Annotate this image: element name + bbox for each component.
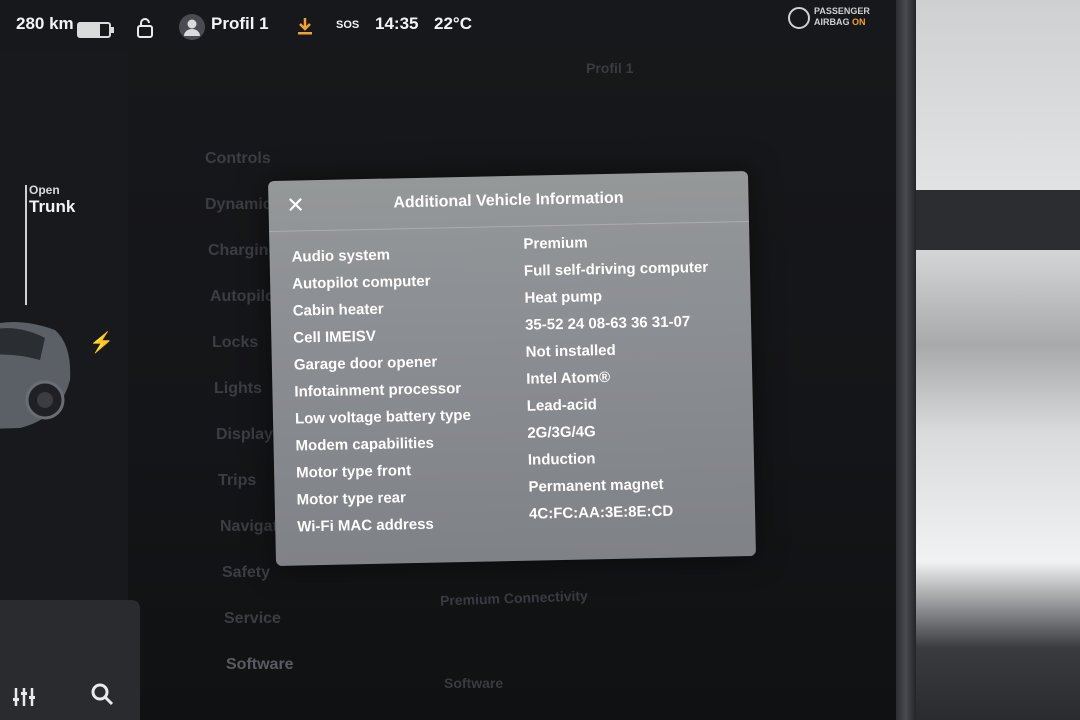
menu-item-lights[interactable]: Lights	[214, 380, 262, 398]
search-icon[interactable]	[90, 682, 114, 711]
menu-item-service[interactable]: Service	[224, 610, 281, 628]
menu-item-charging[interactable]: Charging	[208, 242, 278, 260]
clock: 14:35	[375, 14, 419, 33]
range-readout: 280 km	[16, 14, 74, 33]
profile-name[interactable]: Profil 1	[211, 14, 269, 34]
menu-item-locks[interactable]: Locks	[212, 334, 258, 352]
vehicle-info-list: Audio system Premium Autopilot computer Fu…	[291, 234, 737, 545]
menu-item-trips[interactable]: Trips	[218, 472, 256, 490]
background-profile-label: Profil 1	[586, 60, 634, 76]
airbag-state: ON	[852, 17, 866, 27]
screen-bezel	[896, 0, 916, 720]
menu-item-display[interactable]: Display	[216, 426, 273, 444]
menu-item-safety[interactable]: Safety	[222, 564, 270, 582]
menu-item-controls[interactable]: Controls	[205, 150, 271, 168]
car-image	[0, 322, 71, 429]
lock-icon[interactable]	[136, 18, 154, 43]
car-interior	[916, 0, 1080, 720]
software-section-label: Software	[444, 675, 504, 691]
trunk-label[interactable]: Trunk	[29, 197, 75, 217]
dialog-header: ✕ Additional Vehicle Information	[268, 171, 749, 233]
menu-item-software[interactable]: Software	[226, 656, 294, 674]
airbag-icon	[788, 7, 810, 29]
premium-connectivity-label: Premium Connectivity	[439, 587, 589, 609]
touchscreen: 280 km Profil 1 SOS 14:35 22°C PASSENGER…	[0, 0, 905, 720]
download-icon[interactable]	[296, 16, 314, 41]
profile-avatar-icon[interactable]	[179, 14, 205, 40]
additional-vehicle-info-dialog: ✕ Additional Vehicle Information Audio s…	[268, 171, 756, 566]
controls-sliders-icon[interactable]	[12, 686, 36, 713]
battery-icon	[77, 22, 114, 38]
trunk-pointer-line	[25, 185, 27, 305]
sos-icon[interactable]: SOS	[336, 19, 359, 31]
open-trunk-action[interactable]: Open	[29, 183, 60, 197]
outside-temperature: 22°C	[434, 14, 472, 33]
dialog-title: Additional Vehicle Information	[393, 189, 624, 212]
status-bar: 280 km Profil 1 SOS 14:35 22°C PASSENGER…	[0, 0, 900, 52]
charge-port-icon[interactable]: ⚡	[89, 330, 114, 355]
